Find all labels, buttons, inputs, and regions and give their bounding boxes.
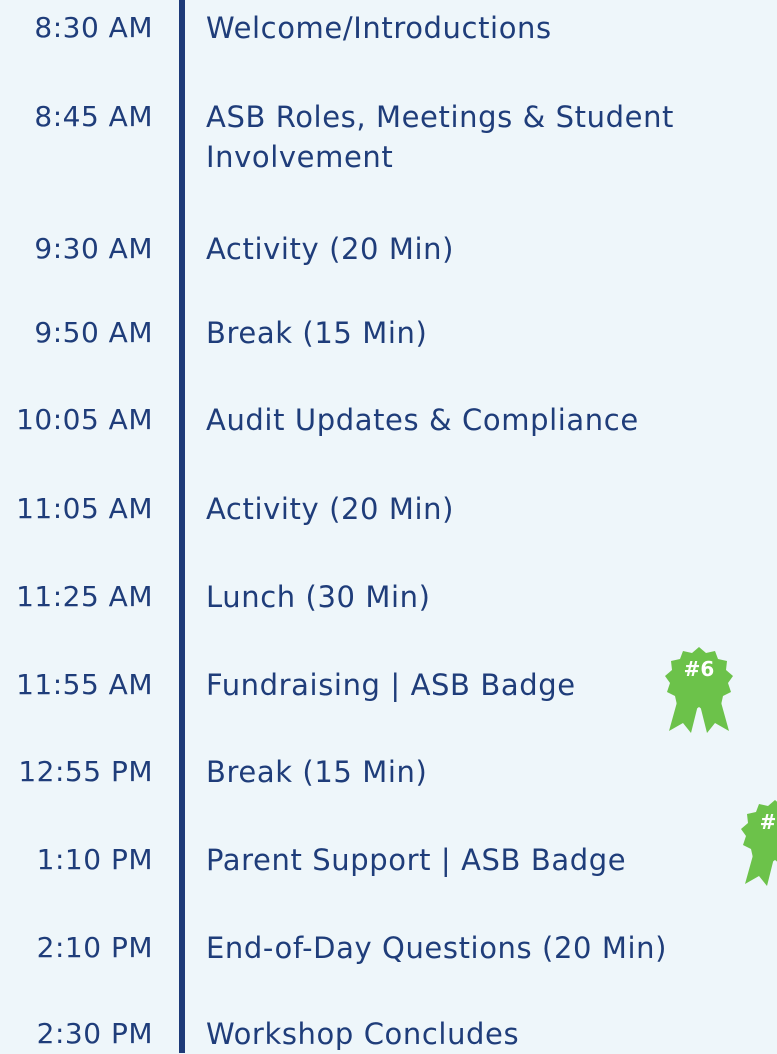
agenda-time: 8:30 AM [34, 11, 153, 44]
agenda-time: 1:10 PM [36, 843, 153, 876]
agenda-row: 9:30 AM Activity (20 Min) [0, 229, 777, 269]
agenda-title: Activity (20 Min) [206, 492, 455, 526]
agenda-time: 8:45 AM [34, 100, 153, 133]
agenda-row: 12:55 PM Break (15 Min) [0, 752, 777, 792]
agenda-title: Fundraising | ASB Badge [206, 668, 576, 702]
agenda-title: End-of-Day Questions (20 Min) [206, 931, 668, 965]
agenda-time: 9:50 AM [34, 316, 153, 349]
agenda-title: Break (15 Min) [206, 755, 428, 789]
agenda-time: 2:10 PM [36, 931, 153, 964]
agenda-row: 11:05 AM Activity (20 Min) [0, 489, 777, 529]
agenda-row: 10:05 AM Audit Updates & Compliance [0, 400, 777, 440]
agenda-row: 1:10 PM Parent Support | ASB Badge [0, 840, 777, 880]
agenda-title: Activity (20 Min) [206, 232, 455, 266]
agenda-row: 2:30 PM Workshop Concludes [0, 1014, 777, 1054]
agenda-row: 8:45 AM ASB Roles, Meetings & Student In… [0, 97, 777, 177]
agenda-title: Lunch (30 Min) [206, 580, 431, 614]
agenda-title: Parent Support | ASB Badge [206, 843, 627, 877]
agenda-time: 2:30 PM [36, 1017, 153, 1050]
agenda-title: Break (15 Min) [206, 316, 428, 350]
agenda-title: Welcome/Introductions [206, 11, 552, 45]
agenda-title: ASB Roles, Meetings & Student Involvemen… [206, 100, 675, 174]
award-ribbon-icon: #7 [737, 798, 777, 886]
agenda-row: 9:50 AM Break (15 Min) [0, 313, 777, 353]
agenda-title: Audit Updates & Compliance [206, 403, 639, 437]
badge-label: #6 [683, 657, 715, 681]
agenda-title: Workshop Concludes [206, 1017, 520, 1051]
agenda-time: 10:05 AM [16, 403, 153, 436]
agenda-time: 9:30 AM [34, 232, 153, 265]
award-ribbon-icon: #6 [661, 645, 737, 733]
agenda-time: 11:55 AM [16, 668, 153, 701]
badge-label: #7 [759, 810, 777, 834]
agenda-row: 11:25 AM Lunch (30 Min) [0, 577, 777, 617]
agenda-time: 11:25 AM [16, 580, 153, 613]
agenda-row: 8:30 AM Welcome/Introductions [0, 8, 777, 48]
agenda-row: 2:10 PM End-of-Day Questions (20 Min) [0, 928, 777, 968]
agenda-time: 12:55 PM [18, 755, 153, 788]
agenda-time: 11:05 AM [16, 492, 153, 525]
